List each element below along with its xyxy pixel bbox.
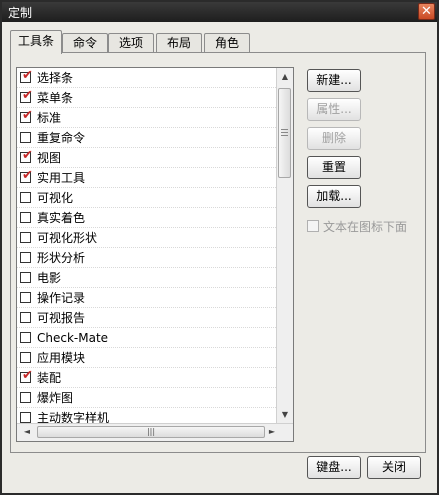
toolbar-list-item[interactable]: 电影 [17, 268, 276, 288]
keyboard-button[interactable]: 键盘... [307, 456, 361, 479]
new-button[interactable]: 新建... [307, 69, 361, 92]
toolbar-list-item[interactable]: ✔ 装配 [17, 368, 276, 388]
toolbar-checkbox[interactable] [20, 352, 31, 363]
toolbar-checkbox[interactable] [20, 292, 31, 303]
toolbar-checkbox[interactable] [20, 232, 31, 243]
checkmark-icon: ✔ [22, 68, 33, 83]
toolbar-checkbox[interactable]: ✔ [20, 108, 33, 123]
toolbar-checkbox[interactable] [20, 412, 31, 423]
toolbar-list-item[interactable]: ✔ 菜单条 [17, 88, 276, 108]
text-below-icon-label: 文本在图标下面 [323, 220, 408, 234]
toolbar-list-item[interactable]: 可视化形状 [17, 228, 276, 248]
toolbar-checkbox[interactable]: ✔ [20, 68, 33, 83]
toolbar-checkbox[interactable] [20, 392, 31, 403]
checkmark-icon: ✔ [22, 168, 33, 183]
scroll-right-icon[interactable]: ► [265, 425, 279, 439]
vertical-scroll-thumb[interactable] [278, 88, 291, 178]
toolbar-list-item[interactable]: 形状分析 [17, 248, 276, 268]
scroll-down-icon[interactable]: ▼ [278, 408, 292, 422]
toolbar-item-label: 爆炸图 [37, 391, 74, 405]
toolbar-item-label: 电影 [37, 271, 62, 285]
toolbar-checkbox[interactable] [20, 132, 31, 143]
toolbar-item-label: 可视化形状 [37, 231, 98, 245]
toolbar-list-item[interactable]: 可视报告 [17, 308, 276, 328]
load-button[interactable]: 加载... [307, 185, 361, 208]
scroll-left-icon[interactable]: ◄ [20, 425, 34, 439]
toolbar-item-label: Check-Mate [37, 331, 109, 345]
toolbar-list-items: ✔ 选择条 ✔ 菜单条 ✔ 标准重复命令 ✔ 视图 ✔ 实用工具可视化真实着色可视化形状形状分析电… [17, 68, 276, 428]
toolbar-checkbox[interactable] [20, 192, 31, 203]
text-below-icon-checkbox[interactable] [307, 220, 319, 232]
toolbar-checkbox[interactable]: ✔ [20, 88, 33, 103]
toolbar-item-label: 视图 [37, 151, 62, 165]
toolbar-item-label: 可视化 [37, 191, 74, 205]
dialog-title: 定制 [8, 6, 33, 20]
delete-button[interactable]: 删除 [307, 127, 361, 150]
toolbar-list-item[interactable]: ✔ 标准 [17, 108, 276, 128]
toolbar-list-item[interactable]: 应用模块 [17, 348, 276, 368]
toolbar-list-item[interactable]: Check-Mate [17, 328, 276, 348]
toolbar-item-label: 实用工具 [37, 171, 86, 185]
toolbar-list-item[interactable]: ✔ 选择条 [17, 68, 276, 88]
toolbar-item-label: 标准 [37, 111, 62, 125]
toolbar-list-item[interactable]: ✔ 实用工具 [17, 168, 276, 188]
scroll-up-icon[interactable]: ▲ [278, 70, 292, 84]
close-button[interactable]: 关闭 [367, 456, 421, 479]
toolbar-item-label: 可视报告 [37, 311, 86, 325]
toolbar-item-label: 操作记录 [37, 291, 86, 305]
checkmark-icon: ✔ [22, 148, 33, 163]
toolbar-item-label: 菜单条 [37, 91, 74, 105]
vertical-scrollbar[interactable]: ▲ ▼ [276, 68, 293, 424]
tab-roles[interactable]: 角色 [204, 33, 250, 53]
toolbar-list-item[interactable]: ✔ 视图 [17, 148, 276, 168]
close-icon[interactable]: ✕ [418, 3, 435, 20]
horizontal-scrollbar[interactable]: ◄ ||| ► [17, 423, 293, 441]
horizontal-scroll-thumb[interactable]: ||| [37, 426, 265, 438]
toolbar-item-label: 选择条 [37, 71, 74, 85]
reset-button[interactable]: 重置 [307, 156, 361, 179]
toolbar-checkbox[interactable]: ✔ [20, 148, 33, 163]
toolbar-list-item[interactable]: 爆炸图 [17, 388, 276, 408]
toolbar-item-label: 装配 [37, 371, 62, 385]
tab-options[interactable]: 选项 [108, 33, 154, 53]
title-bar: 定制 ✕ [2, 2, 437, 22]
toolbar-list-item[interactable]: 可视化 [17, 188, 276, 208]
toolbar-checkbox[interactable]: ✔ [20, 368, 33, 383]
tab-toolbars[interactable]: 工具条 [10, 30, 62, 54]
toolbar-item-label: 重复命令 [37, 131, 86, 145]
toolbar-item-label: 真实着色 [37, 211, 86, 225]
toolbar-checkbox[interactable]: ✔ [20, 168, 33, 183]
toolbar-list-item[interactable]: 重复命令 [17, 128, 276, 148]
toolbar-list-item[interactable]: 真实着色 [17, 208, 276, 228]
toolbar-checkbox[interactable] [20, 212, 31, 223]
checkmark-icon: ✔ [22, 368, 33, 383]
tab-layout[interactable]: 布局 [156, 33, 202, 53]
toolbar-item-label: 形状分析 [37, 251, 86, 265]
checkmark-icon: ✔ [22, 108, 33, 123]
toolbar-list[interactable]: ✔ 选择条 ✔ 菜单条 ✔ 标准重复命令 ✔ 视图 ✔ 实用工具可视化真实着色可视化形状形状分析电… [16, 67, 294, 442]
toolbar-list-item[interactable]: 操作记录 [17, 288, 276, 308]
toolbar-checkbox[interactable] [20, 312, 31, 323]
toolbar-item-label: 应用模块 [37, 351, 86, 365]
properties-button[interactable]: 属性... [307, 98, 361, 121]
toolbar-checkbox[interactable] [20, 272, 31, 283]
toolbar-checkbox[interactable] [20, 332, 31, 343]
checkmark-icon: ✔ [22, 88, 33, 103]
tab-commands[interactable]: 命令 [62, 33, 108, 53]
toolbar-checkbox[interactable] [20, 252, 31, 263]
